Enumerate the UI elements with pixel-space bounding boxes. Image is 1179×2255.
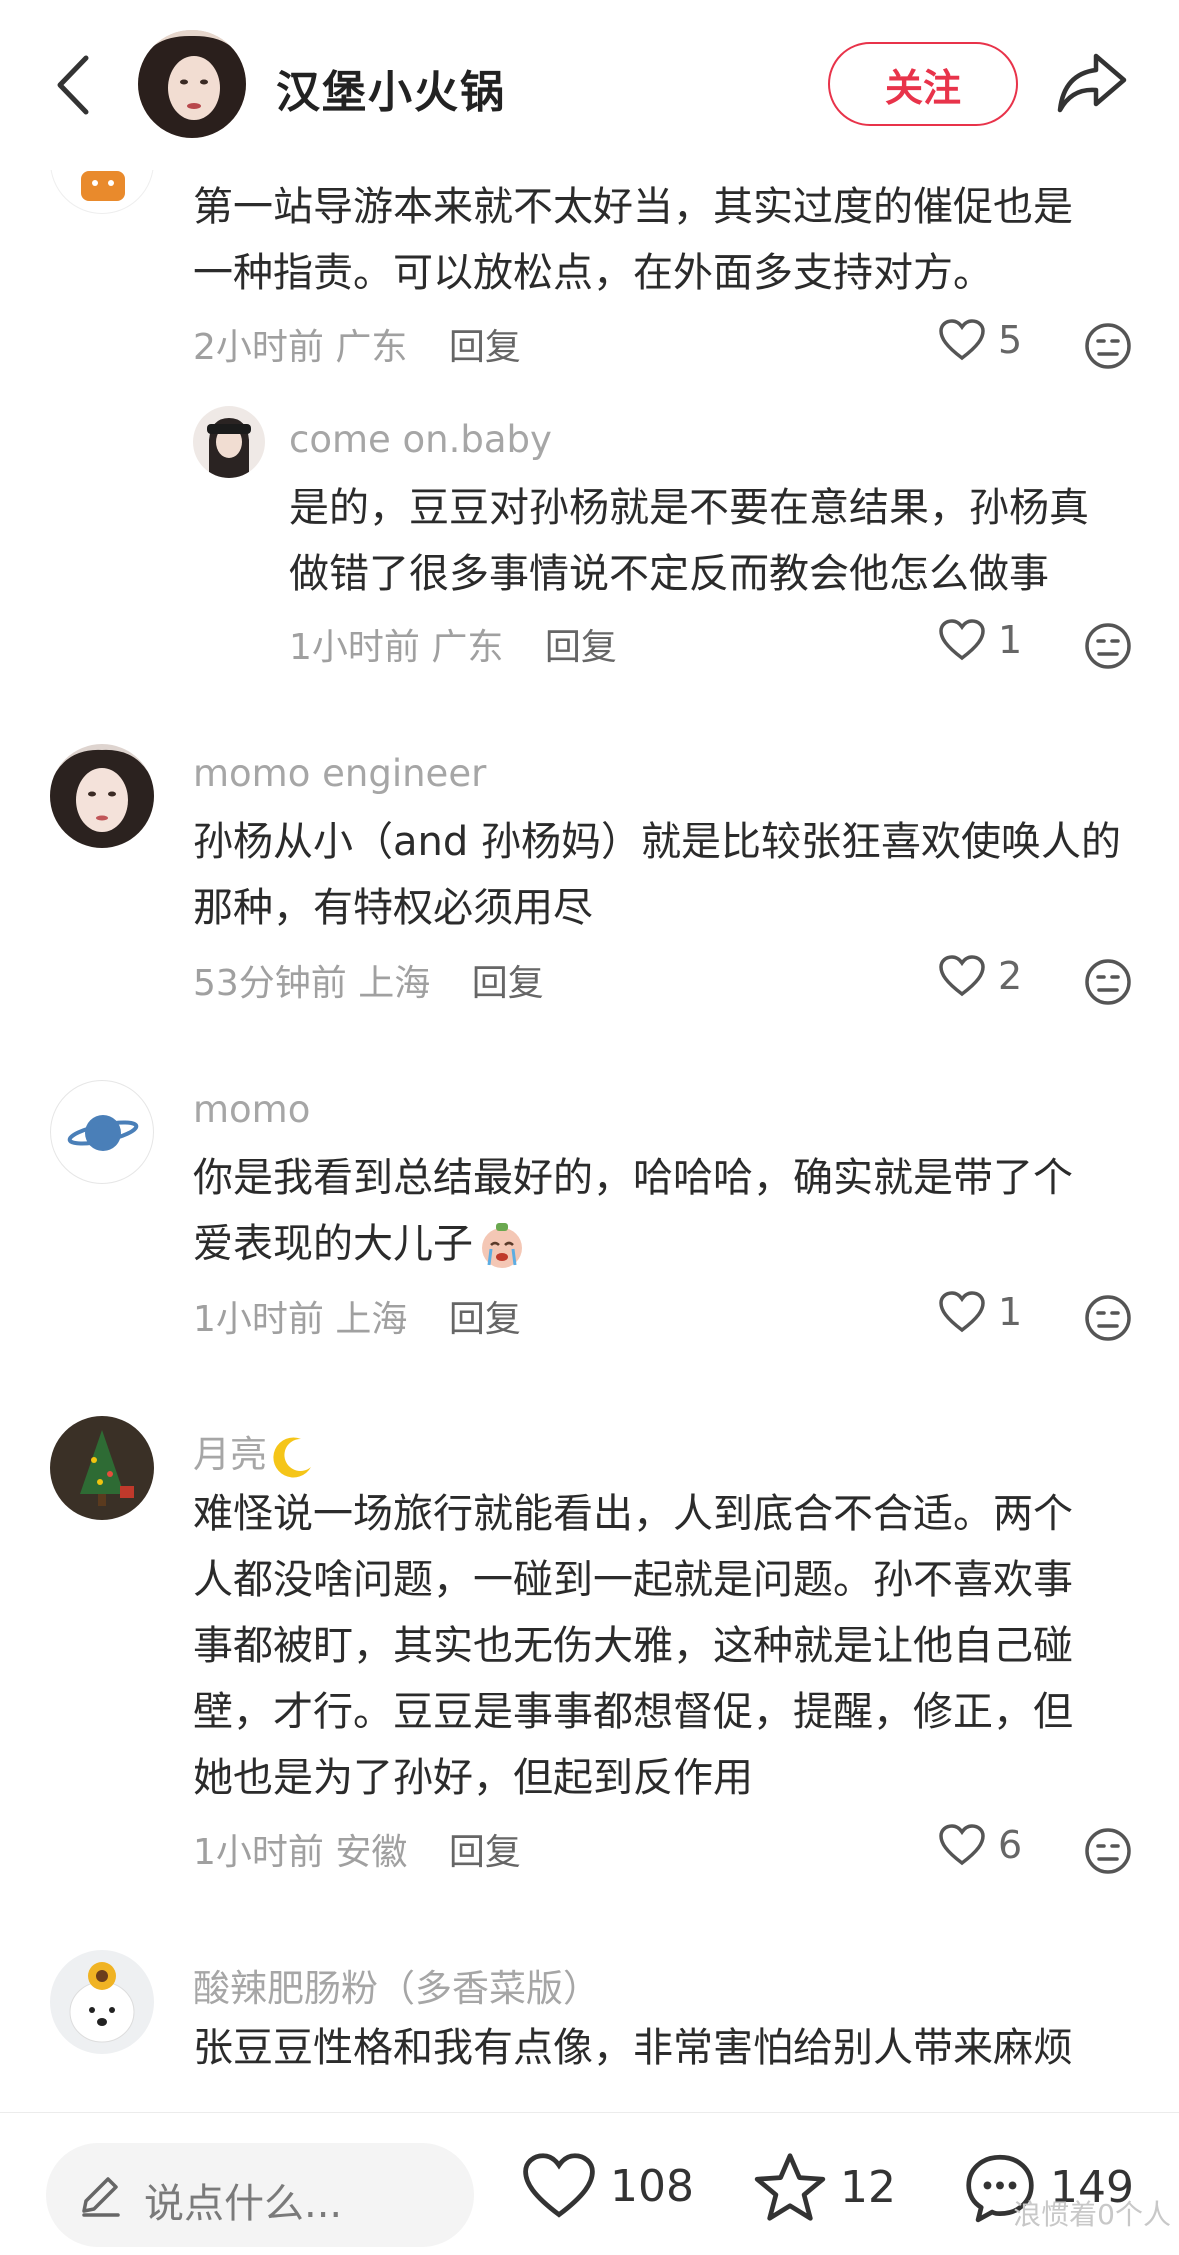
commenter-avatar[interactable] xyxy=(50,744,154,848)
comment-text: 张豆豆性格和我有点像，非常害怕给别人带来麻烦 xyxy=(193,2025,1073,2071)
favorite-button[interactable]: 12 xyxy=(752,2151,896,2223)
heart-icon xyxy=(523,2153,595,2218)
heart-icon xyxy=(939,1824,985,1866)
reply-button[interactable]: 回复 xyxy=(449,1832,521,1873)
comment-location: 上海 xyxy=(335,1299,408,1340)
commenter-name[interactable]: come on.baby xyxy=(289,418,552,461)
heart-icon xyxy=(939,319,985,361)
like-count: 1 xyxy=(998,618,1023,662)
watermark: 浪惯着0个人 xyxy=(1013,2198,1171,2231)
heart-icon xyxy=(939,1291,985,1333)
chevron-left-icon[interactable] xyxy=(48,50,98,120)
comment-time: 1小时前 xyxy=(193,1299,324,1340)
commenter-name[interactable]: 酸辣肥肠粉（多香菜版） xyxy=(193,1958,600,2012)
like-count: 2 xyxy=(998,954,1023,998)
follow-button[interactable]: 关注 xyxy=(828,42,1018,126)
comment-meta: 53分钟前 上海 回复 xyxy=(193,954,544,1006)
dislike-icon[interactable] xyxy=(1084,958,1132,1006)
dislike-icon[interactable] xyxy=(1084,622,1132,670)
crying-emoji-icon xyxy=(477,1221,527,1271)
comment-text: 是的，豆豆对孙杨就是不要在意结果，孙杨真 做错了很多事情说不定反而教会他怎么做事 xyxy=(289,485,1089,597)
comment-time: 1小时前 xyxy=(289,627,420,668)
comment-location: 上海 xyxy=(358,963,431,1004)
comment-meta: 1小时前 上海 回复 xyxy=(193,1290,521,1342)
reply-button[interactable]: 回复 xyxy=(545,627,617,668)
favorite-total: 12 xyxy=(840,2161,896,2213)
share-icon[interactable] xyxy=(1056,50,1128,116)
commenter-name[interactable]: momo xyxy=(193,1088,310,1131)
commenter-avatar[interactable] xyxy=(50,1950,154,2054)
like-count: 1 xyxy=(998,1290,1023,1334)
like-post-button[interactable]: 108 xyxy=(520,2151,694,2221)
commenter-name[interactable]: momo engineer xyxy=(193,752,486,795)
dislike-icon[interactable] xyxy=(1084,1294,1132,1342)
commenter-avatar[interactable] xyxy=(193,406,265,478)
like-button[interactable]: 1 xyxy=(938,1290,1022,1334)
author-avatar[interactable] xyxy=(138,30,246,138)
comment-time: 2小时前 xyxy=(193,327,324,368)
planet-icon xyxy=(67,1115,139,1151)
comment-meta: 2小时前 广东 回复 xyxy=(193,318,521,370)
comment-input[interactable]: 说点什么... xyxy=(46,2143,474,2247)
bottom-action-bar: 说点什么... 108 12 149 浪惯着0个人 xyxy=(0,2112,1179,2255)
pencil-icon xyxy=(76,2171,124,2219)
author-name[interactable]: 汉堡小火锅 xyxy=(276,56,506,120)
reply-button[interactable]: 回复 xyxy=(449,1299,521,1340)
comment-text: 难怪说一场旅行就能看出，人到底合不合适。两个 人都没啥问题，一碰到一起就是问题。… xyxy=(193,1491,1073,1801)
dislike-icon[interactable] xyxy=(1084,322,1132,370)
like-total: 108 xyxy=(610,2160,694,2212)
heart-icon xyxy=(939,955,985,997)
commenter-avatar[interactable] xyxy=(50,1080,154,1184)
comment-location: 广东 xyxy=(335,327,408,368)
like-count: 6 xyxy=(998,1823,1023,1867)
reply-button[interactable]: 回复 xyxy=(449,327,521,368)
like-button[interactable]: 6 xyxy=(938,1823,1022,1867)
heart-icon xyxy=(939,619,985,661)
reply-button[interactable]: 回复 xyxy=(472,963,544,1004)
dislike-icon[interactable] xyxy=(1084,1827,1132,1875)
star-icon xyxy=(754,2153,826,2221)
comment-input-placeholder: 说点什么... xyxy=(144,2181,343,2227)
comment-meta: 1小时前 广东 回复 xyxy=(289,618,617,670)
top-bar: 汉堡小火锅 关注 xyxy=(0,0,1179,170)
comment-location: 广东 xyxy=(431,627,504,668)
like-button[interactable]: 5 xyxy=(938,318,1022,362)
comment-time: 53分钟前 xyxy=(193,963,347,1004)
comment-text: 孙杨从小（and 孙杨妈）就是比较张狂喜欢使唤人的 那种，有特权必须用尽 xyxy=(193,819,1121,931)
like-button[interactable]: 2 xyxy=(938,954,1022,998)
commenter-avatar[interactable] xyxy=(50,1416,154,1520)
crescent-moon-icon xyxy=(271,1435,315,1479)
comment-meta: 1小时前 安徽 回复 xyxy=(193,1823,521,1875)
like-count: 5 xyxy=(998,318,1023,362)
comment-text: 第一站导游本来就不太好当，其实过度的催促也是 一种指责。可以放松点，在外面多支持… xyxy=(193,184,1073,296)
commenter-name[interactable]: 月亮 xyxy=(193,1424,315,1479)
comment-time: 1小时前 xyxy=(193,1832,324,1873)
comment-location: 安徽 xyxy=(335,1832,408,1873)
comment-text: 你是我看到总结最好的，哈哈哈，确实就是带了个 爱表现的大儿子 xyxy=(193,1145,1133,1277)
like-button[interactable]: 1 xyxy=(938,618,1022,662)
